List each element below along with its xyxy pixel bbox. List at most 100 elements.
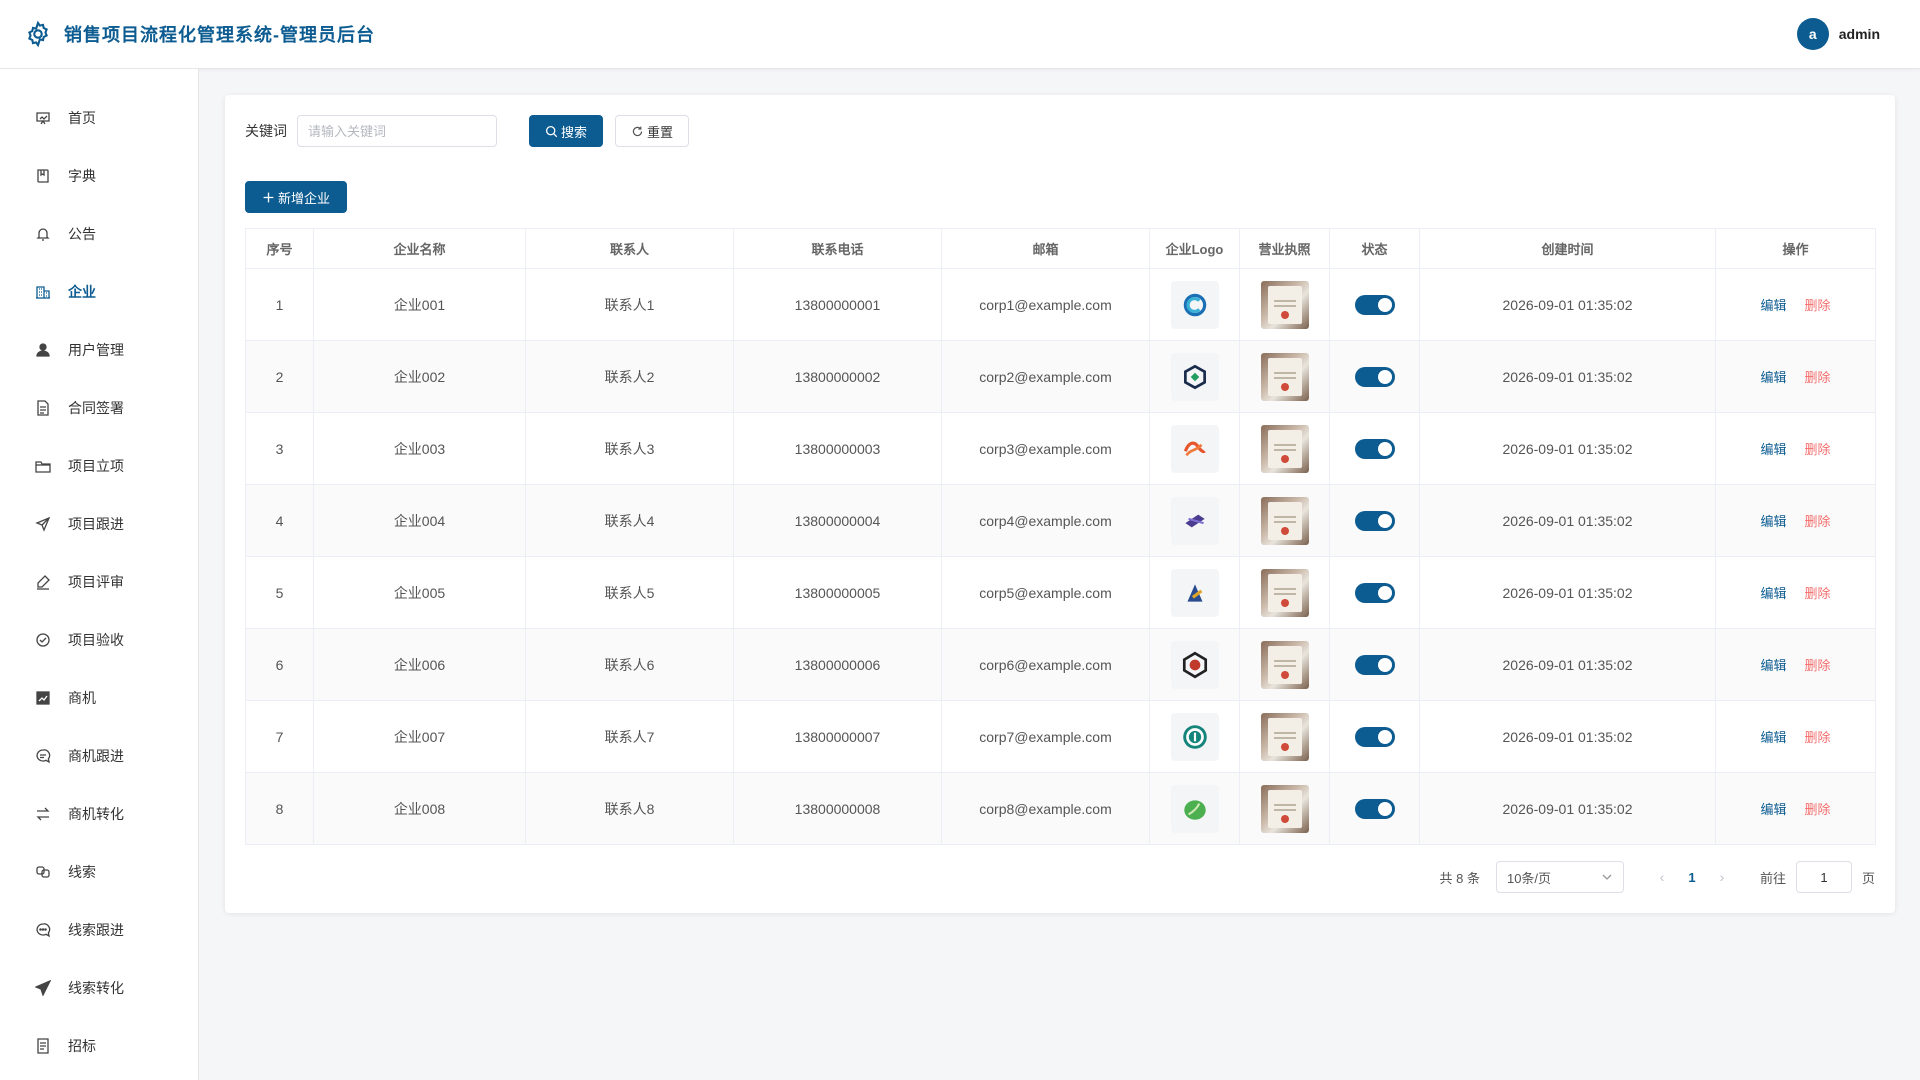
trend-chart-icon: [34, 689, 52, 707]
business-license-image[interactable]: [1260, 568, 1309, 617]
edit-button[interactable]: 编辑: [1760, 730, 1786, 745]
delete-button[interactable]: 删除: [1805, 802, 1831, 817]
keyword-label: 关键词: [245, 123, 287, 139]
company-logo-image[interactable]: [1170, 784, 1219, 833]
cell-logo: [1149, 484, 1240, 557]
cell-index: 1: [245, 268, 314, 341]
sidebar-item-10[interactable]: 项目验收: [0, 611, 198, 669]
column-header: 邮箱: [941, 228, 1150, 269]
user-menu[interactable]: a admin: [1796, 18, 1880, 50]
page-size-select[interactable]: 10条/页: [1495, 861, 1624, 893]
business-license-image[interactable]: [1260, 784, 1309, 833]
page-number[interactable]: 1: [1676, 870, 1708, 885]
cell-company-name: 企业006: [313, 628, 526, 701]
status-toggle[interactable]: [1354, 798, 1395, 819]
search-button-label: 搜索: [560, 124, 587, 140]
business-license-image[interactable]: [1260, 352, 1309, 401]
company-logo-image[interactable]: [1170, 352, 1219, 401]
add-company-button[interactable]: 新增企业: [245, 181, 347, 213]
company-logo-image[interactable]: [1170, 568, 1219, 617]
sidebar-item-4[interactable]: 企业: [0, 263, 198, 321]
business-license-image[interactable]: [1260, 280, 1309, 329]
company-logo-image[interactable]: [1170, 712, 1219, 761]
sidebar-item-8[interactable]: 项目跟进: [0, 495, 198, 553]
sidebar-item-17[interactable]: 招标: [0, 1017, 198, 1075]
edit-button[interactable]: 编辑: [1760, 658, 1786, 673]
column-header: 联系人: [525, 228, 734, 269]
company-logo-image[interactable]: [1170, 640, 1219, 689]
username[interactable]: admin: [1839, 26, 1880, 42]
delete-button[interactable]: 删除: [1805, 658, 1831, 673]
delete-button[interactable]: 删除: [1805, 730, 1831, 745]
business-license-image[interactable]: [1260, 424, 1309, 473]
sidebar-item-5[interactable]: 用户管理: [0, 321, 198, 379]
cell-actions: 编辑 删除: [1715, 268, 1876, 341]
business-license-image[interactable]: [1260, 496, 1309, 545]
status-toggle[interactable]: [1354, 582, 1395, 603]
prev-page-icon[interactable]: ‹: [1648, 869, 1676, 885]
sidebar-item-13[interactable]: 商机转化: [0, 785, 198, 843]
sidebar-item-label: 企业: [68, 284, 96, 300]
chevron-down-icon: [1602, 874, 1612, 880]
cell-company-name: 企业002: [313, 340, 526, 413]
status-toggle[interactable]: [1354, 294, 1395, 315]
edit-button[interactable]: 编辑: [1760, 586, 1786, 601]
status-toggle[interactable]: [1354, 438, 1395, 459]
cell-index: 8: [245, 772, 314, 845]
next-page-icon[interactable]: ›: [1708, 869, 1736, 885]
status-toggle[interactable]: [1354, 366, 1395, 387]
sidebar-item-3[interactable]: 公告: [0, 205, 198, 263]
sidebar-item-15[interactable]: 线索跟进: [0, 901, 198, 959]
cell-license: [1239, 268, 1330, 341]
business-license-image[interactable]: [1260, 640, 1309, 689]
edit-button[interactable]: 编辑: [1760, 514, 1786, 529]
sidebar-item-7[interactable]: 项目立项: [0, 437, 198, 495]
edit-button[interactable]: 编辑: [1760, 298, 1786, 313]
edit-button[interactable]: 编辑: [1760, 442, 1786, 457]
delete-button[interactable]: 删除: [1805, 442, 1831, 457]
goto-page-input[interactable]: [1795, 861, 1852, 893]
sidebar-item-label: 项目评审: [68, 574, 124, 590]
company-logo-image[interactable]: [1170, 424, 1219, 473]
sidebar-item-1[interactable]: 首页: [0, 89, 198, 147]
sidebar-item-2[interactable]: 字典: [0, 147, 198, 205]
status-toggle[interactable]: [1354, 654, 1395, 675]
delete-button[interactable]: 删除: [1805, 370, 1831, 385]
cell-logo: [1149, 268, 1240, 341]
delete-button[interactable]: 删除: [1805, 514, 1831, 529]
business-license-image[interactable]: [1260, 712, 1309, 761]
company-logo-image[interactable]: [1170, 280, 1219, 329]
delete-button[interactable]: 删除: [1805, 586, 1831, 601]
sidebar-item-6[interactable]: 合同签署: [0, 379, 198, 437]
sidebar-item-label: 线索: [68, 864, 96, 880]
sidebar-item-16[interactable]: 线索转化: [0, 959, 198, 1017]
sidebar-item-14[interactable]: 线索: [0, 843, 198, 901]
company-logo-image[interactable]: [1170, 496, 1219, 545]
reset-button[interactable]: 重置: [615, 115, 689, 147]
edit-button[interactable]: 编辑: [1760, 370, 1786, 385]
cell-status: [1329, 268, 1420, 341]
sidebar-item-11[interactable]: 商机: [0, 669, 198, 727]
cell-actions: 编辑 删除: [1715, 556, 1876, 629]
status-toggle[interactable]: [1354, 726, 1395, 747]
sidebar-item-label: 线索转化: [68, 980, 124, 996]
avatar[interactable]: a: [1796, 18, 1829, 50]
sidebar-item-9[interactable]: 项目评审: [0, 553, 198, 611]
cell-actions: 编辑 删除: [1715, 772, 1876, 845]
chat-icon: [34, 747, 52, 765]
cell-contact: 联系人3: [525, 412, 734, 485]
status-toggle[interactable]: [1354, 510, 1395, 531]
sidebar-item-12[interactable]: 商机跟进: [0, 727, 198, 785]
search-button[interactable]: 搜索: [529, 115, 603, 147]
cell-logo: [1149, 700, 1240, 773]
column-header: 创建时间: [1419, 228, 1716, 269]
table-row: 6 企业006 联系人6 13800000006 corp6@example.com 20…: [245, 628, 1876, 701]
search-icon: [545, 125, 558, 137]
keyword-input[interactable]: [297, 115, 497, 147]
send-icon: [34, 515, 52, 533]
cell-license: [1239, 700, 1330, 773]
sidebar: 首页 字典 公告企业用户管理 合同签署 项目立项 项目跟进项目评审项目验收 商机 商机跟进 商机…: [0, 69, 199, 1080]
cell-company-name: 企业004: [313, 484, 526, 557]
delete-button[interactable]: 删除: [1805, 298, 1831, 313]
edit-button[interactable]: 编辑: [1760, 802, 1786, 817]
